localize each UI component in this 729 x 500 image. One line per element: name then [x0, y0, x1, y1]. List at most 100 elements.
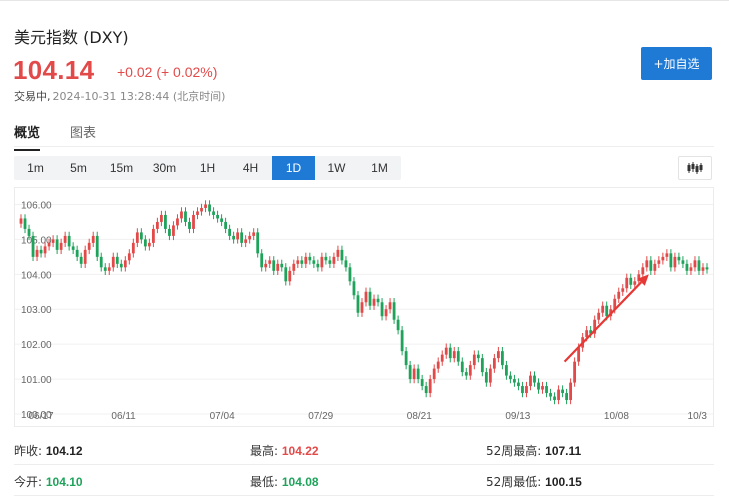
stat-label: 52周最高:: [486, 444, 542, 458]
candle: [412, 364, 416, 384]
period-1mo[interactable]: 1M: [358, 156, 401, 180]
stat-value: 100.15: [545, 475, 582, 489]
candle: [336, 245, 340, 262]
candle: [224, 217, 228, 234]
candle: [408, 360, 412, 384]
candle: [476, 350, 480, 363]
candle: [300, 256, 304, 269]
y-tick-label: 103.00: [21, 305, 52, 316]
candle: [308, 252, 312, 265]
candle: [452, 346, 456, 363]
candle: [288, 266, 292, 286]
candle: [332, 252, 336, 269]
period-5m[interactable]: 5m: [57, 156, 100, 180]
x-tick-label: 06/17: [28, 411, 53, 422]
period-15m[interactable]: 15m: [100, 156, 143, 180]
period-1w[interactable]: 1W: [315, 156, 358, 180]
candle: [248, 231, 252, 244]
candle: [204, 200, 207, 213]
candle: [160, 210, 163, 227]
candle: [292, 259, 296, 276]
candle: [240, 228, 244, 248]
period-1h[interactable]: 1H: [186, 156, 229, 180]
candle: [87, 238, 91, 255]
candle: [131, 238, 135, 258]
period-1d[interactable]: 1D: [272, 156, 315, 180]
candle: [168, 224, 171, 241]
y-tick-label: 101.00: [21, 375, 52, 386]
candle: [645, 256, 649, 272]
candle: [448, 343, 452, 363]
candle: [268, 256, 272, 269]
candle: [440, 350, 444, 366]
candle: [601, 301, 605, 317]
candle: [184, 207, 187, 227]
candle: [212, 207, 215, 220]
candle: [372, 294, 376, 310]
candle: [424, 381, 428, 398]
candle: [135, 228, 139, 248]
candle: [597, 308, 601, 324]
candle: [320, 252, 324, 272]
candle: [384, 305, 388, 321]
candle: [360, 298, 364, 317]
candle: [625, 273, 629, 293]
period-1m[interactable]: 1m: [14, 156, 57, 180]
stat-value: 104.10: [45, 475, 83, 489]
candle: [59, 238, 63, 255]
candle: [480, 353, 484, 377]
stat-open: 今开: 104.10: [14, 473, 83, 490]
candle: [553, 392, 556, 405]
candle: [31, 231, 35, 262]
timestamp: 2024-10-31 13:28:44 (北京时间): [52, 90, 226, 103]
stat-label: 最低:: [250, 475, 279, 489]
candle: [172, 221, 175, 241]
candle: [629, 273, 633, 289]
candle: [147, 238, 151, 251]
candle: [304, 252, 308, 269]
price-chart[interactable]: 106.00 105.00 104.00 103.00 102.00 101.00 100.…: [14, 187, 714, 427]
candle: [23, 214, 27, 234]
candle: [63, 231, 67, 248]
period-selector: 1m 5m 15m 30m 1H 4H 1D 1W 1M: [14, 156, 401, 180]
candlestick-icon: [687, 162, 703, 174]
candle: [697, 256, 701, 276]
candle: [364, 287, 368, 307]
candle: [404, 346, 408, 370]
candle: [521, 381, 524, 398]
candle: [71, 242, 75, 255]
candle: [649, 256, 653, 276]
candle: [200, 203, 203, 216]
y-tick-label: 106.00: [21, 200, 52, 211]
candle: [509, 371, 512, 384]
candle: [324, 252, 328, 265]
candle: [416, 364, 420, 384]
candle: [545, 381, 548, 398]
candle: [55, 235, 59, 255]
candle: [541, 381, 544, 394]
stat-value: 104.22: [281, 444, 319, 458]
candle: [400, 326, 404, 356]
stat-high: 最高: 104.22: [250, 442, 319, 459]
x-tick-label: 10/08: [604, 411, 629, 422]
current-price: 104.14: [13, 55, 95, 85]
candle: [593, 315, 597, 338]
candle: [67, 231, 71, 251]
tabs-divider: [14, 146, 714, 147]
candle: [252, 228, 256, 241]
chart-type-button[interactable]: [678, 156, 712, 180]
price-change: +0.02 (+ 0.02%): [117, 64, 218, 80]
add-watchlist-button[interactable]: +加自选: [641, 47, 712, 80]
period-30m[interactable]: 30m: [143, 156, 186, 180]
candle: [19, 214, 23, 228]
candle: [705, 263, 709, 274]
period-4h[interactable]: 4H: [229, 156, 272, 180]
y-tick-label: 105.00: [21, 235, 52, 246]
candle: [111, 252, 115, 272]
x-tick-label: 10/3: [688, 411, 708, 422]
candle: [392, 298, 396, 324]
candle: [328, 256, 332, 269]
trend-arrow: [563, 274, 649, 363]
stat-label: 52周最低:: [486, 475, 542, 489]
candle: [549, 388, 552, 401]
